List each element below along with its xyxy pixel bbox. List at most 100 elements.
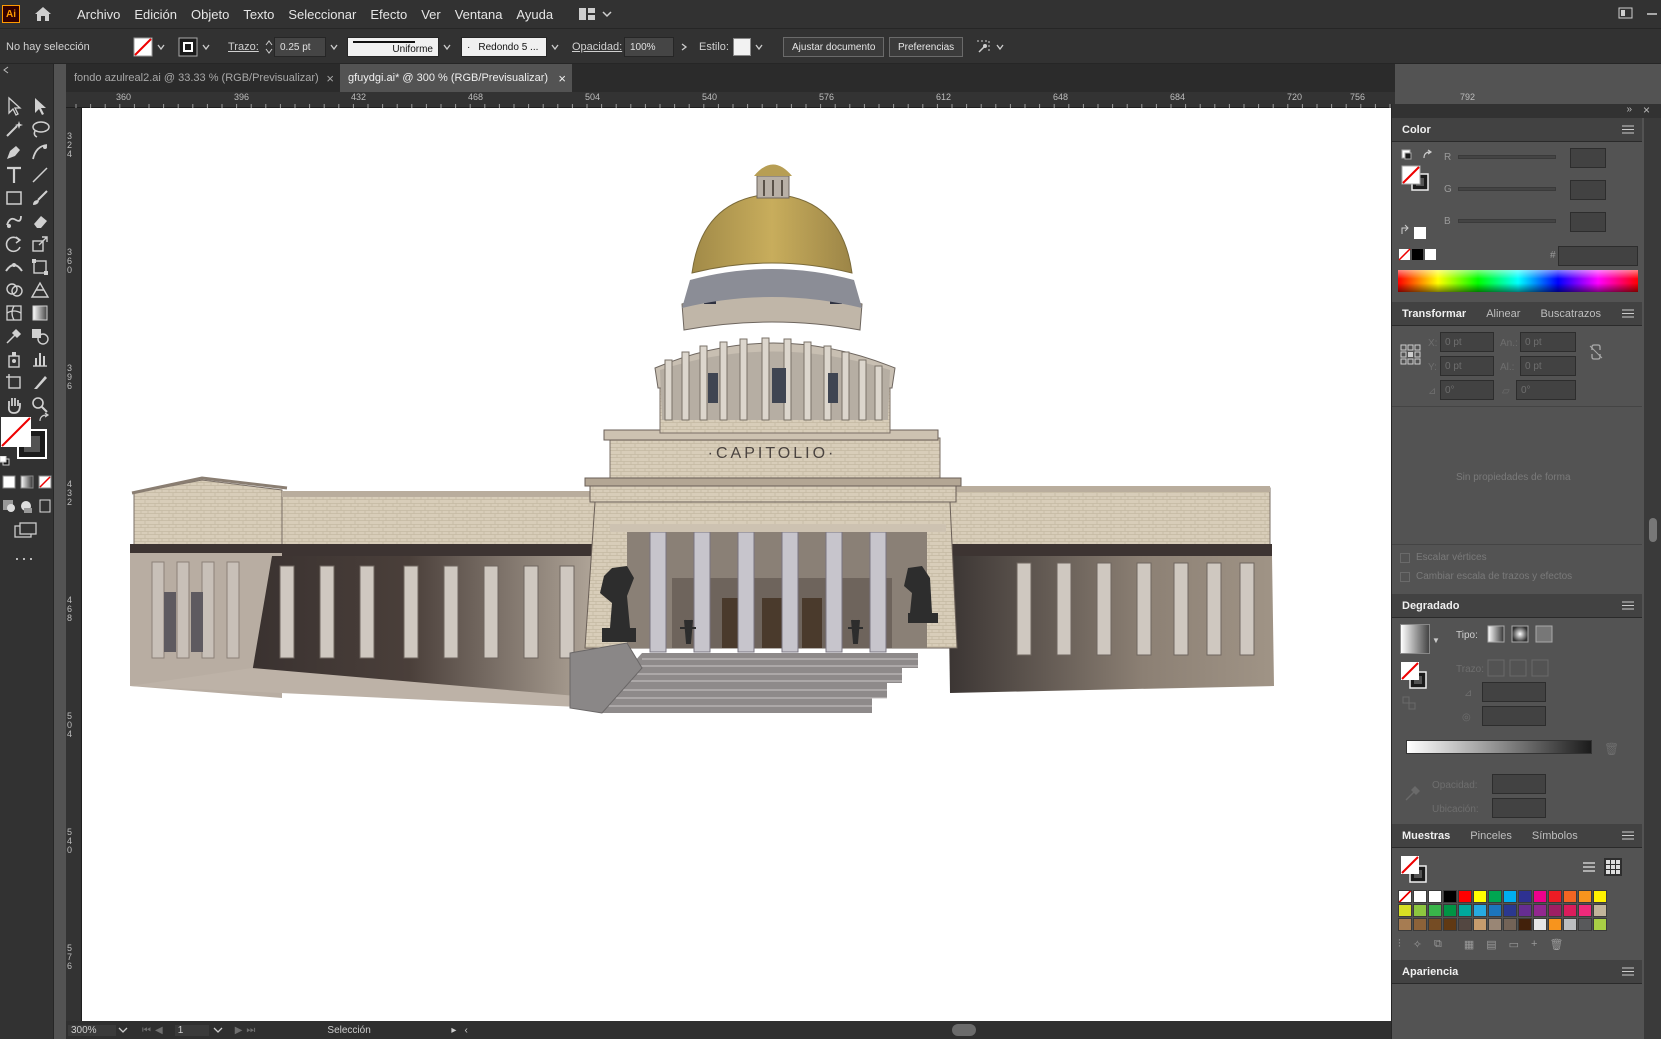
swatches-fill-stroke-icon[interactable]: [1400, 854, 1430, 884]
reverse-gradient-icon[interactable]: [1402, 696, 1418, 712]
color-panel-title[interactable]: Color: [1392, 118, 1441, 142]
swatch[interactable]: [1533, 904, 1547, 917]
gradient-angle-input[interactable]: [1482, 682, 1546, 702]
chevron-down-icon[interactable]: [996, 43, 1004, 51]
menu-edicion[interactable]: Edición: [127, 7, 184, 22]
tab-buscatrazos[interactable]: Buscatrazos: [1530, 302, 1611, 326]
preferences-button[interactable]: Preferencias: [889, 37, 964, 57]
delete-swatch-icon[interactable]: 🗑: [1549, 938, 1563, 954]
swatch[interactable]: [1593, 904, 1607, 917]
close-icon[interactable]: ×: [558, 71, 566, 86]
gradient-location-input[interactable]: [1492, 798, 1546, 818]
panel-menu-icon[interactable]: [1622, 831, 1634, 840]
folder-icon[interactable]: ▭: [1509, 938, 1519, 954]
artboard-tool-icon[interactable]: [4, 372, 24, 392]
stroke-label[interactable]: Trazo:: [228, 36, 259, 58]
scale-tool-icon[interactable]: [30, 234, 50, 254]
scale-corners-option[interactable]: Escalar vértices: [1400, 552, 1487, 563]
aspect-ratio-input[interactable]: [1482, 706, 1546, 726]
menu-seleccionar[interactable]: Seleccionar: [281, 7, 363, 22]
arrange-docs-control[interactable]: [974, 36, 1004, 58]
fill-swatch[interactable]: [133, 36, 165, 58]
tab-simbolos[interactable]: Símbolos: [1522, 824, 1588, 848]
swatch[interactable]: [1443, 890, 1457, 903]
swatch-libraries-icon[interactable]: ⫶: [1398, 938, 1401, 954]
swatch[interactable]: [1473, 904, 1487, 917]
gradient-panel-title[interactable]: Degradado: [1392, 594, 1469, 618]
out-of-gamut-icon[interactable]: [1400, 224, 1430, 242]
show-kinds-icon[interactable]: ✧: [1413, 938, 1422, 954]
gradient-fill-stroke-icon[interactable]: [1400, 660, 1430, 690]
swatch[interactable]: [1398, 918, 1412, 931]
swatch[interactable]: [1398, 904, 1412, 917]
stroke-profile-select[interactable]: Uniforme: [347, 36, 451, 58]
opacity-label[interactable]: Opacidad:: [572, 36, 622, 58]
swatch[interactable]: [1413, 890, 1427, 903]
new-color-group-icon[interactable]: ▤: [1486, 938, 1496, 954]
color-mode-icons[interactable]: [2, 474, 52, 490]
swatch[interactable]: [1428, 904, 1442, 917]
style-select[interactable]: [733, 36, 763, 58]
list-view-icon[interactable]: [1582, 860, 1596, 874]
swatch[interactable]: [1458, 890, 1472, 903]
b-slider[interactable]: [1458, 219, 1556, 223]
mesh-tool-icon[interactable]: [4, 303, 24, 323]
r-input[interactable]: [1570, 148, 1606, 168]
lasso-tool-icon[interactable]: [30, 119, 50, 139]
checkbox[interactable]: [1400, 571, 1410, 582]
opacity-control[interactable]: 100%: [624, 36, 688, 58]
swatch[interactable]: [1503, 890, 1517, 903]
vertical-ruler[interactable]: 3 2 4 3 6 0 3 9 6 4 3 2 4 6 8 5 0 4 5 4 …: [66, 108, 82, 1021]
chevron-right-icon[interactable]: [680, 43, 688, 51]
swatch[interactable]: [1443, 904, 1457, 917]
blend-tool-icon[interactable]: [30, 326, 50, 346]
color-fill-stroke-icon[interactable]: [1400, 148, 1440, 192]
chevron-down-icon[interactable]: [202, 43, 210, 51]
collapse-dock-icon[interactable]: »: [1626, 104, 1632, 115]
hex-input[interactable]: [1558, 246, 1638, 266]
more-tools-icon[interactable]: ···: [14, 548, 35, 569]
trash-icon[interactable]: 🗑: [1604, 742, 1619, 756]
gradient-preview[interactable]: [1400, 624, 1430, 654]
gradient-opacity-input[interactable]: [1492, 774, 1546, 794]
chevron-right-icon[interactable]: ▸: [451, 1025, 456, 1036]
brush-select[interactable]: · Redondo 5 ...: [461, 36, 559, 58]
chevron-down-icon[interactable]: [330, 43, 338, 51]
shape-builder-tool-icon[interactable]: [4, 280, 24, 300]
tab-alinear[interactable]: Alinear: [1476, 302, 1530, 326]
chevron-down-icon[interactable]: [755, 43, 763, 51]
artboard-canvas[interactable]: ·CAPITOLIO·: [82, 108, 1391, 1021]
eyedropper-tool-icon[interactable]: [4, 326, 24, 346]
swatch[interactable]: [1503, 904, 1517, 917]
menu-texto[interactable]: Texto: [236, 7, 281, 22]
menu-efecto[interactable]: Efecto: [363, 7, 414, 22]
menu-ver[interactable]: Ver: [414, 7, 448, 22]
chevron-down-icon[interactable]: [157, 43, 165, 51]
horizontal-ruler[interactable]: 360 396 432 468 504 540 576 612 648 684 …: [66, 92, 1475, 108]
swatch[interactable]: [1473, 890, 1487, 903]
chevron-down-icon[interactable]: [118, 1026, 128, 1034]
curvature-tool-icon[interactable]: [30, 142, 50, 162]
tab-gfuydgi[interactable]: gfuydgi.ai* @ 300 % (RGB/Previsualizar) …: [340, 64, 572, 92]
last-artboard-icon[interactable]: ⏭: [246, 1025, 255, 1036]
r-slider[interactable]: [1458, 155, 1556, 159]
pen-tool-icon[interactable]: [4, 142, 24, 162]
swatch[interactable]: [1428, 890, 1442, 903]
zoom-field[interactable]: 300%: [68, 1024, 116, 1036]
direct-selection-tool-icon[interactable]: [30, 96, 50, 116]
panel-menu-icon[interactable]: [1622, 967, 1634, 976]
swatch[interactable]: [1548, 918, 1562, 931]
swatch[interactable]: [1428, 918, 1442, 931]
gradient-type-buttons[interactable]: [1486, 624, 1566, 644]
swatch[interactable]: [1563, 890, 1577, 903]
swatch[interactable]: [1593, 918, 1607, 931]
swatch[interactable]: [1533, 918, 1547, 931]
scrollbar-thumb[interactable]: [1649, 518, 1657, 542]
artboard-number-field[interactable]: 1: [174, 1024, 209, 1036]
stroke-swatch[interactable]: [178, 36, 210, 58]
menu-objeto[interactable]: Objeto: [184, 7, 236, 22]
fit-document-button[interactable]: Ajustar documento: [783, 37, 885, 57]
g-slider[interactable]: [1458, 187, 1556, 191]
y-input[interactable]: 0 pt: [1440, 356, 1494, 376]
symbol-sprayer-tool-icon[interactable]: [4, 349, 24, 369]
